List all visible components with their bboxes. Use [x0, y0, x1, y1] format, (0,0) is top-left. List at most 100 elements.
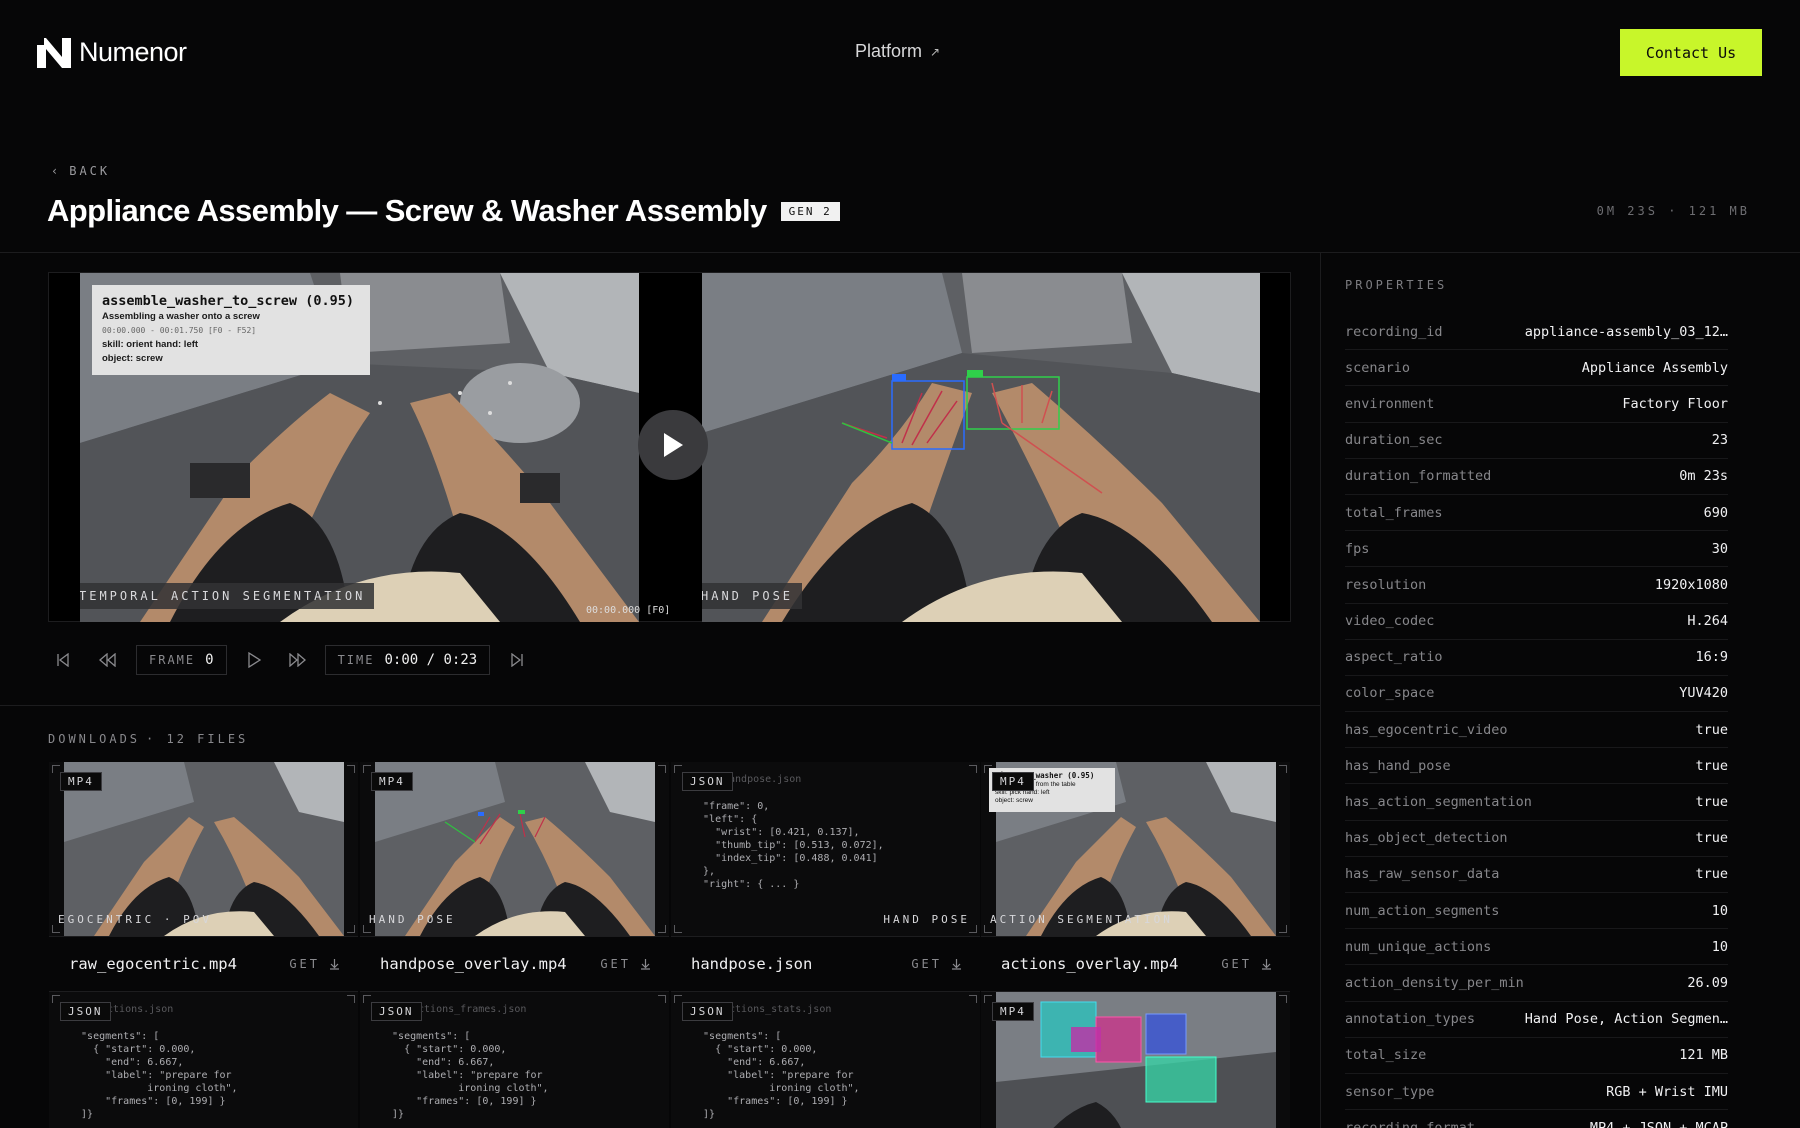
- property-row-resolution: resolution 1920x1080: [1345, 567, 1728, 604]
- download-icon: [330, 959, 339, 970]
- downloads-heading: DOWNLOADS · 12 FILES: [48, 732, 248, 746]
- skip-to-start-button[interactable]: [48, 645, 78, 675]
- property-key: duration_formatted: [1345, 468, 1492, 485]
- frame-field[interactable]: FRAME 0: [136, 645, 227, 675]
- json-filename: actions.json: [101, 1004, 174, 1015]
- property-value: true: [1695, 866, 1728, 883]
- corner-mark: [658, 925, 666, 933]
- numenor-logo-icon: [37, 37, 71, 68]
- title-row: Appliance Assembly — Screw & Washer Asse…: [47, 193, 840, 229]
- get-download-button[interactable]: GET: [1221, 957, 1272, 971]
- play-button[interactable]: [638, 410, 708, 480]
- property-value: 121 MB: [1679, 1047, 1728, 1064]
- action-timespan: 00:00.000 - 00:01.750 [F0 - F52]: [102, 326, 257, 335]
- json-filename: handpose.json: [723, 774, 802, 785]
- corner-mark: [984, 995, 992, 1003]
- property-row-annotation-types: annotation_types Hand Pose, Action Segmen…: [1345, 1002, 1728, 1038]
- property-row-total-frames: total_frames 690: [1345, 495, 1728, 532]
- frame-timestamp: 00:00.000 [F0]: [586, 605, 671, 616]
- properties-list: recording_id appliance-assembly_03_12… sce…: [1345, 314, 1728, 1128]
- get-download-button[interactable]: GET: [911, 957, 962, 971]
- get-label: GET: [600, 957, 631, 971]
- property-key: annotation_types: [1345, 1011, 1476, 1028]
- property-value: true: [1695, 794, 1728, 811]
- download-icon: [952, 959, 961, 970]
- property-key: num_action_segments: [1345, 902, 1500, 919]
- property-value: 23: [1711, 432, 1728, 449]
- step-forward-button[interactable]: [283, 645, 313, 675]
- brand-logo[interactable]: Numenor: [37, 37, 187, 68]
- frame-label: FRAME: [149, 653, 196, 667]
- thumbnail-label: HAND POSE: [883, 913, 970, 926]
- card-thumbnail: MP4 EGOCENTRIC · POV: [49, 762, 358, 936]
- frame-label: HAND POSE: [702, 583, 803, 609]
- corner-mark: [674, 925, 682, 933]
- back-link[interactable]: ‹ BACK: [51, 164, 110, 178]
- step-back-button[interactable]: [92, 645, 122, 675]
- get-label: GET: [911, 957, 942, 971]
- corner-mark: [658, 995, 666, 1003]
- property-key: has_raw_sensor_data: [1345, 866, 1500, 883]
- property-value: true: [1695, 721, 1728, 738]
- property-row-duration-sec: duration_sec 23: [1345, 423, 1728, 459]
- skip-to-end-button[interactable]: [502, 645, 532, 675]
- properties-title: PROPERTIES: [1345, 278, 1448, 292]
- json-code: "segments": [ { "start": 0.000, "end": 6…: [81, 1031, 238, 1120]
- property-key: color_space: [1345, 685, 1435, 702]
- chevron-left-icon: ‹: [51, 164, 62, 178]
- property-key: num_unique_actions: [1345, 938, 1492, 955]
- property-key: environment: [1345, 395, 1435, 412]
- corner-mark: [1279, 925, 1287, 933]
- property-key: has_egocentric_video: [1345, 721, 1508, 738]
- property-key: recording_format: [1345, 1119, 1476, 1128]
- property-key: recording_id: [1345, 323, 1443, 340]
- property-row-aspect-ratio: aspect_ratio 16:9: [1345, 640, 1728, 676]
- get-download-button[interactable]: GET: [289, 957, 340, 971]
- nav-platform-link[interactable]: Platform ↗: [855, 41, 940, 62]
- corner-mark: [363, 765, 371, 773]
- top-nav: Numenor Platform ↗ Contact Us: [0, 0, 1800, 105]
- time-field[interactable]: TIME 0:00 / 0:23: [324, 645, 491, 675]
- corner-mark: [52, 995, 60, 1003]
- corner-mark: [363, 995, 371, 1003]
- contact-us-button[interactable]: Contact Us: [1620, 29, 1762, 76]
- back-label: BACK: [69, 164, 111, 178]
- egocentric-thumbnail-image: [64, 762, 344, 936]
- property-row-num-action-segments: num_action_segments 10: [1345, 893, 1728, 930]
- fast-forward-icon: [288, 653, 306, 667]
- card-footer: handpose_overlay.mp4 GET: [360, 936, 669, 992]
- property-value: 26.09: [1687, 974, 1728, 991]
- video-player[interactable]: assemble_washer_to_screw (0.95) Assembli…: [48, 272, 1291, 622]
- recording-meta: 0M 23S · 121 MB: [1596, 204, 1750, 218]
- json-code: "segments": [ { "start": 0.000, "end": 6…: [392, 1031, 549, 1120]
- corner-mark: [658, 765, 666, 773]
- card-thumbnail: handpose.json "frame": 0, "left": { "wri…: [671, 762, 980, 936]
- property-row-video-codec: video_codec H.264: [1345, 604, 1728, 640]
- object-detection-thumbnail-image: [996, 992, 1276, 1128]
- property-row-has-action-segmentation: has_action_segmentation true: [1345, 784, 1728, 821]
- property-key: fps: [1345, 540, 1370, 557]
- card-footer: actions_overlay.mp4 GET: [981, 936, 1290, 992]
- play-outline-icon: [247, 652, 261, 668]
- downloads-title: DOWNLOADS: [48, 732, 141, 746]
- corner-mark: [969, 765, 977, 773]
- file-name: handpose.json: [691, 955, 813, 973]
- property-key: duration_sec: [1345, 432, 1443, 449]
- corner-mark: [984, 765, 992, 773]
- property-key: total_size: [1345, 1047, 1427, 1064]
- play-small-button[interactable]: [239, 645, 269, 675]
- divider: [0, 252, 1800, 253]
- action-object: object: screw: [102, 353, 163, 364]
- corner-mark: [1279, 995, 1287, 1003]
- card-footer: handpose.json GET: [671, 936, 980, 992]
- card-thumbnail: pick_and_washer (0.95) and a washer from…: [981, 762, 1290, 936]
- property-value: 0m 23s: [1679, 468, 1728, 485]
- get-download-button[interactable]: GET: [600, 957, 651, 971]
- property-row-scenario: scenario Appliance Assembly: [1345, 350, 1728, 387]
- property-row-duration-formatted: duration_formatted 0m 23s: [1345, 459, 1728, 495]
- corner-mark: [984, 925, 992, 933]
- property-value: MP4 + JSON + MCAP: [1589, 1119, 1728, 1128]
- json-code: "segments": [ { "start": 0.000, "end": 6…: [703, 1031, 860, 1120]
- card-thumbnail: MP4 HAND POSE: [360, 762, 669, 936]
- property-value: Factory Floor: [1622, 395, 1728, 412]
